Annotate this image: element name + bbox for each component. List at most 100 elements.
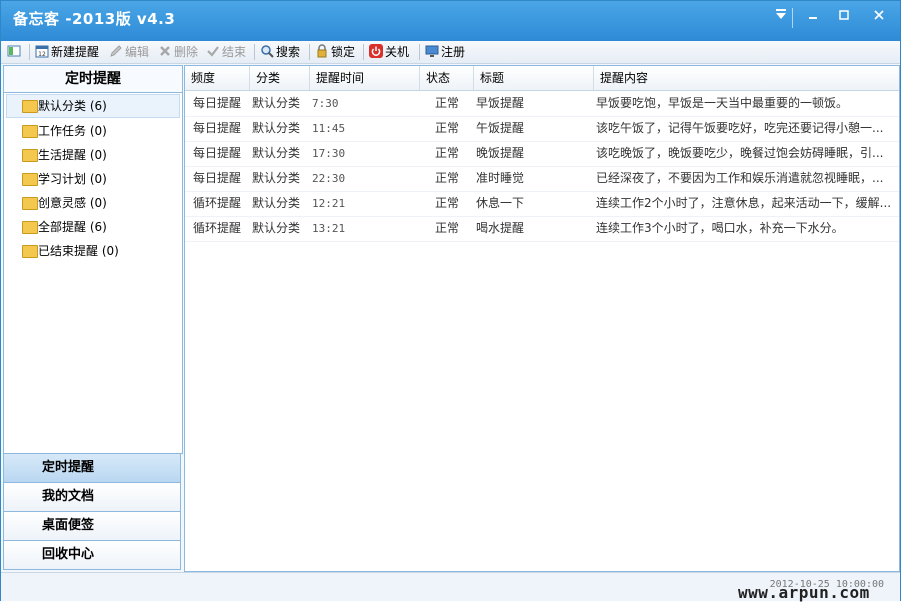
cell-time: 7:30 xyxy=(312,97,339,110)
cell-category: 默认分类 xyxy=(252,146,301,160)
cell-frequency: 每日提醒 xyxy=(193,121,242,135)
cell-status: 正常 xyxy=(434,96,459,110)
app-window: 备忘客 -2013版 v4.3 12 新建提醒 编辑 删除 结束 搜索 锁定 关… xyxy=(0,0,901,601)
folder-icon xyxy=(22,149,38,162)
cell-status: 正常 xyxy=(434,121,459,135)
finish-label: 结束 xyxy=(222,45,247,59)
cell-content: 已经深夜了，不要因为工作和娱乐消遣就忽视睡眠，... xyxy=(596,171,884,185)
delete-button[interactable]: 删除 xyxy=(158,44,198,60)
category-item-finished[interactable]: 已结束提醒 (0) xyxy=(4,239,182,263)
table-row[interactable]: 每日提醒 默认分类 22:30 正常 准时睡觉 已经深夜了，不要因为工作和娱乐消… xyxy=(185,166,899,192)
register-label: 注册 xyxy=(441,45,466,59)
column-header-content[interactable]: 提醒内容 xyxy=(594,66,899,90)
pencil-icon xyxy=(110,45,122,57)
toolbar-separator xyxy=(419,44,420,60)
cell-content: 该吃晚饭了，晚饭要吃少，晚餐过饱会妨碍睡眠，引... xyxy=(596,146,884,160)
category-label: 生活提醒 (0) xyxy=(38,148,107,162)
cell-status: 正常 xyxy=(434,146,459,160)
calendar-icon: 12 xyxy=(35,45,49,58)
table-row[interactable]: 每日提醒 默认分类 11:45 正常 午饭提醒 该吃午饭了，记得午饭要吃好，吃完… xyxy=(185,116,899,142)
search-label: 搜索 xyxy=(276,45,301,59)
table-row[interactable]: 循环提醒 默认分类 12:21 正常 休息一下 连续工作2个小时了，注意休息，起… xyxy=(185,191,899,217)
category-item-all[interactable]: 全部提醒 (6) xyxy=(4,215,182,239)
cell-category: 默认分类 xyxy=(252,96,301,110)
reminder-table: 频度 分类 提醒时间 状态 标题 提醒内容 每日提醒 默认分类 7:30 正常 … xyxy=(184,65,900,572)
column-header-status[interactable]: 状态 xyxy=(420,66,474,90)
close-button[interactable] xyxy=(865,7,893,29)
cell-frequency: 每日提醒 xyxy=(193,171,242,185)
cell-category: 默认分类 xyxy=(252,121,301,135)
cell-time: 12:21 xyxy=(312,197,346,210)
title-bar[interactable]: 备忘客 -2013版 v4.3 xyxy=(1,1,900,41)
titlebar-separator xyxy=(792,8,793,28)
maximize-button[interactable] xyxy=(830,7,858,29)
cell-title: 午饭提醒 xyxy=(476,121,525,135)
shutdown-label: 关机 xyxy=(385,45,410,59)
cell-title: 喝水提醒 xyxy=(476,221,525,235)
search-button[interactable]: 搜索 xyxy=(260,44,300,60)
new-reminder-button[interactable]: 12 新建提醒 xyxy=(35,44,99,60)
table-row[interactable]: 每日提醒 默认分类 7:30 正常 早饭提醒 早饭要吃饱，早饭是一天当中最重要的… xyxy=(185,91,899,117)
cell-status: 正常 xyxy=(434,171,459,185)
category-item-study[interactable]: 学习计划 (0) xyxy=(4,167,182,191)
category-item-ideas[interactable]: 创意灵感 (0) xyxy=(4,191,182,215)
cell-status: 正常 xyxy=(434,221,459,235)
cell-title: 早饭提醒 xyxy=(476,96,525,110)
new-reminder-label: 新建提醒 xyxy=(51,45,100,59)
table-row[interactable]: 循环提醒 默认分类 13:21 正常 喝水提醒 连续工作3个小时了，喝口水，补充… xyxy=(185,216,899,242)
folder-icon xyxy=(22,173,38,186)
category-panel: 定时提醒 默认分类 (6) 工作任务 (0) 生活提醒 (0) 学习计划 (0)… xyxy=(3,65,183,454)
watermark-text: www.arpun.com xyxy=(738,583,870,602)
cell-category: 默认分类 xyxy=(252,221,301,235)
cell-title: 准时睡觉 xyxy=(476,171,525,185)
toolbar-separator xyxy=(309,44,310,60)
cell-frequency: 每日提醒 xyxy=(193,96,242,110)
category-item-work[interactable]: 工作任务 (0) xyxy=(4,119,182,143)
cell-status: 正常 xyxy=(434,196,459,210)
search-icon xyxy=(261,45,274,58)
nav-timed-reminders[interactable]: 定时提醒 xyxy=(3,453,181,483)
toolbar-separator xyxy=(29,44,30,60)
nav-recycle-center[interactable]: 回收中心 xyxy=(3,541,181,570)
column-header-frequency[interactable]: 频度 xyxy=(185,66,250,90)
nav-desktop-notes[interactable]: 桌面便签 xyxy=(3,512,181,541)
category-label: 已结束提醒 (0) xyxy=(38,244,119,258)
column-header-time[interactable]: 提醒时间 xyxy=(310,66,420,90)
table-header: 频度 分类 提醒时间 状态 标题 提醒内容 xyxy=(185,66,899,91)
nav-my-documents[interactable]: 我的文档 xyxy=(3,483,181,512)
edit-button[interactable]: 编辑 xyxy=(109,44,149,60)
cell-frequency: 循环提醒 xyxy=(193,196,242,210)
lock-icon xyxy=(317,44,327,58)
category-label: 创意灵感 (0) xyxy=(38,196,107,210)
cell-content: 连续工作3个小时了，喝口水，补充一下水分。 xyxy=(596,221,844,235)
minimize-button[interactable] xyxy=(799,7,827,29)
table-row[interactable]: 每日提醒 默认分类 17:30 正常 晚饭提醒 该吃晚饭了，晚饭要吃少，晚餐过饱… xyxy=(185,141,899,167)
cell-time: 22:30 xyxy=(312,172,346,185)
cell-content: 早饭要吃饱，早饭是一天当中最重要的一顿饭。 xyxy=(596,96,849,110)
toolbar-separator xyxy=(363,44,364,60)
folder-icon xyxy=(22,221,38,234)
delete-label: 删除 xyxy=(174,45,199,59)
category-label: 默认分类 (6) xyxy=(38,99,107,113)
column-header-title[interactable]: 标题 xyxy=(474,66,594,90)
column-header-category[interactable]: 分类 xyxy=(250,66,310,90)
menu-dropdown-icon[interactable] xyxy=(767,7,795,29)
category-label: 全部提醒 (6) xyxy=(38,220,107,234)
lock-label: 锁定 xyxy=(331,45,356,59)
checkmark-icon xyxy=(207,46,219,57)
cell-time: 11:45 xyxy=(312,122,346,135)
category-item-default[interactable]: 默认分类 (6) xyxy=(6,94,180,118)
folder-icon xyxy=(22,245,38,258)
cell-category: 默认分类 xyxy=(252,196,301,210)
delete-x-icon xyxy=(160,46,170,56)
register-button[interactable]: 注册 xyxy=(425,44,465,60)
lock-button[interactable]: 锁定 xyxy=(315,44,355,60)
category-item-life[interactable]: 生活提醒 (0) xyxy=(4,143,182,167)
sidebar-toggle-icon[interactable] xyxy=(7,44,23,60)
cell-title: 晚饭提醒 xyxy=(476,146,525,160)
finish-button[interactable]: 结束 xyxy=(206,44,246,60)
cell-time: 17:30 xyxy=(312,147,346,160)
shutdown-button[interactable]: 关机 xyxy=(369,44,409,60)
category-label: 学习计划 (0) xyxy=(38,172,107,186)
nav-buttons: 定时提醒 我的文档 桌面便签 回收中心 xyxy=(3,453,181,570)
